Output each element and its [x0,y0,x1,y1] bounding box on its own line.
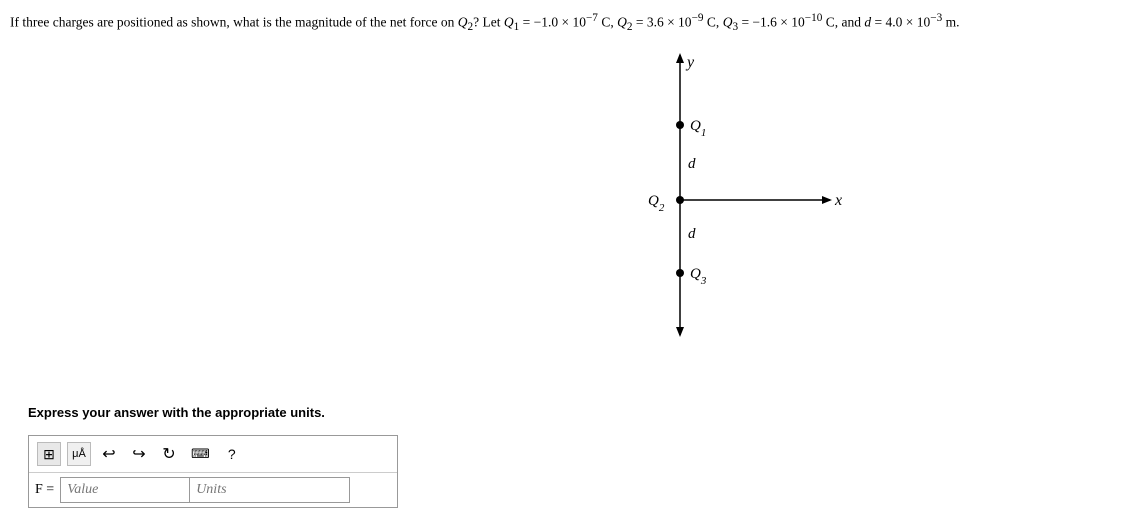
undo-button[interactable]: ↩ [97,442,121,466]
q1-dot [676,121,684,129]
undo-icon: ↩ [102,444,115,464]
matrix-icon-button[interactable]: ⊞ [37,442,61,466]
value-input[interactable] [60,477,190,503]
x-label: x [834,192,842,209]
q3-label: Q3 [690,266,707,287]
q2-dot [676,196,684,204]
toolbar-row: ⊞ μÅ ↩ ↪ ↻ ⌨ ? [29,436,397,473]
help-icon: ? [228,446,236,462]
input-row: F = [29,473,397,507]
d-label-2: d [688,226,696,242]
q3-dot [676,269,684,277]
help-button[interactable]: ? [220,442,244,466]
diagram: y x Q1 d Q2 d Q3 [580,45,880,365]
question-text: If three charges are positioned as shown… [10,10,1134,36]
redo-icon: ↪ [132,444,145,464]
units-symbol-button[interactable]: μÅ [67,442,91,466]
reset-button[interactable]: ↻ [157,442,181,466]
f-equals-label: F = [35,482,54,498]
keyboard-button[interactable]: ⌨ [187,442,214,466]
q1-label: Q1 [690,118,706,139]
express-answer-label: Express your answer with the appropriate… [28,405,325,420]
refresh-icon: ↻ [162,444,175,464]
redo-button[interactable]: ↪ [127,442,151,466]
d-label-1: d [688,156,696,172]
answer-box: ⊞ μÅ ↩ ↪ ↻ ⌨ ? F = [28,435,398,508]
y-label: y [685,54,695,71]
units-input[interactable] [190,477,350,503]
grid-icon: ⊞ [43,446,55,463]
q2-label: Q2 [648,193,665,214]
keyboard-icon: ⌨ [191,446,210,462]
mu-icon: μÅ [72,448,86,460]
